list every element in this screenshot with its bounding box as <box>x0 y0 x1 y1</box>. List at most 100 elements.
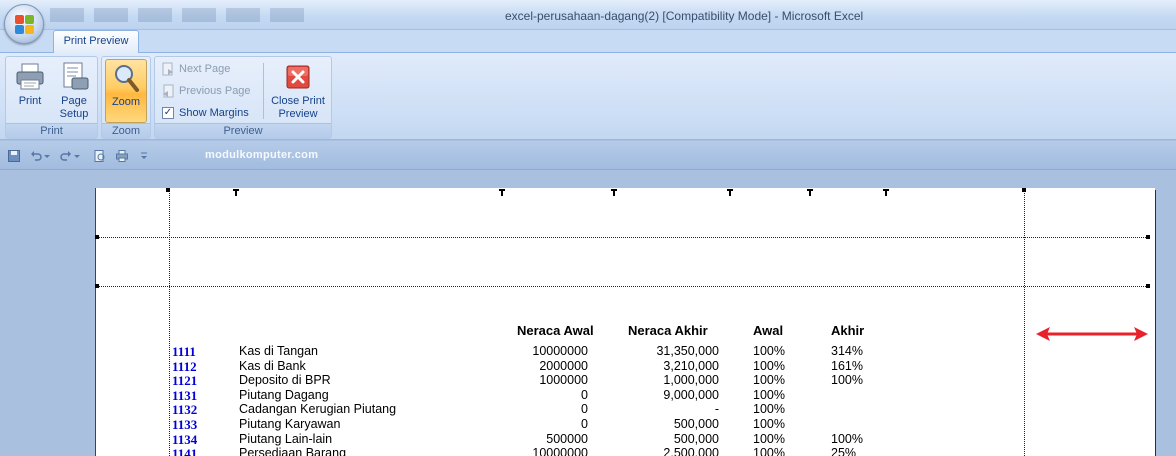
account-code: 1132 <box>172 402 198 418</box>
customize-icon[interactable] <box>140 150 148 162</box>
zoom-button[interactable]: Zoom <box>105 59 147 123</box>
show-margins-checkbox[interactable]: ✓ Show Margins <box>159 103 249 123</box>
column-width-handle[interactable] <box>611 189 617 196</box>
close-icon <box>282 62 314 92</box>
right-margin-line[interactable] <box>1024 189 1025 456</box>
page-setup-label-1: Page <box>61 95 87 107</box>
redo-icon[interactable] <box>60 150 72 162</box>
window-title: excel-perusahaan-dagang(2) [Compatibilit… <box>505 9 864 23</box>
column-width-handle[interactable] <box>727 189 733 196</box>
neraca-awal-value: 2000000 <box>539 358 588 373</box>
pct-akhir-value: 100% <box>831 373 863 388</box>
double-arrow-icon <box>1036 327 1148 341</box>
margin-handle[interactable] <box>1146 284 1150 288</box>
left-margin-line[interactable] <box>169 189 170 456</box>
account-code: 1134 <box>172 431 198 447</box>
printer-icon <box>14 62 46 92</box>
neraca-akhir-value: 500,000 <box>673 417 719 431</box>
show-margins-label: Show Margins <box>179 107 249 119</box>
header-akhir: Akhir <box>831 323 865 338</box>
page-setup-label-2: Setup <box>59 108 89 120</box>
pct-awal-value: 100% <box>753 431 785 446</box>
tab-print-preview[interactable]: Print Preview <box>53 30 139 53</box>
account-name: Piutang Lain-lain <box>239 431 333 446</box>
account-name: Persediaan Barang <box>239 446 347 456</box>
pct-awal-value: 100% <box>753 402 785 417</box>
close-print-preview-button[interactable]: Close Print Preview <box>267 59 329 123</box>
pct-awal-value: 100% <box>753 373 785 388</box>
print-group: Print Page Setup Print <box>5 56 98 139</box>
close-label-2: Preview <box>278 108 318 120</box>
neraca-awal-value: 0 <box>581 402 588 417</box>
neraca-awal-value: 500000 <box>546 431 588 446</box>
neraca-akhir-value: 1,000,000 <box>663 373 719 388</box>
print-button[interactable]: Print <box>10 59 50 123</box>
margin-handle[interactable] <box>95 235 99 239</box>
column-width-handle[interactable] <box>807 189 813 196</box>
previous-page-button[interactable]: Previous Page <box>159 81 251 101</box>
pct-akhir-value: 161% <box>831 358 863 373</box>
header-neraca-akhir: Neraca Akhir <box>628 323 708 338</box>
account-code: 1133 <box>172 417 198 432</box>
account-code: 1111 <box>172 344 196 359</box>
neraca-awal-value: 0 <box>581 387 588 402</box>
previous-page-label: Previous Page <box>179 85 251 97</box>
magnifier-icon <box>110 63 142 93</box>
page-setup-button[interactable]: Page Setup <box>53 59 95 123</box>
margin-handle[interactable] <box>95 284 99 288</box>
column-width-handle[interactable] <box>499 189 505 196</box>
save-icon[interactable] <box>8 150 20 162</box>
neraca-akhir-value: 3,210,000 <box>663 358 719 373</box>
quick-print-icon[interactable] <box>116 150 128 162</box>
redo-dropdown-icon[interactable] <box>74 150 80 162</box>
account-name: Cadangan Kerugian Piutang <box>239 402 397 417</box>
neraca-akhir-value: 2,500,000 <box>663 446 719 456</box>
account-name: Piutang Karyawan <box>239 417 341 431</box>
account-name: Piutang Dagang <box>239 387 329 402</box>
pct-awal-value: 100% <box>753 344 785 358</box>
print-label: Print <box>18 95 42 107</box>
next-page-button[interactable]: Next Page <box>159 59 230 79</box>
title-bar: excel-perusahaan-dagang(2) [Compatibilit… <box>0 0 1176 30</box>
ribbon-tab-row <box>0 30 1176 52</box>
print-preview-icon[interactable] <box>94 150 106 162</box>
undo-dropdown-icon[interactable] <box>44 150 50 162</box>
pct-awal-value: 100% <box>753 446 785 456</box>
preview-group-label: Preview <box>155 123 331 138</box>
zoom-group: Zoom Zoom <box>101 56 151 139</box>
preview-separator <box>263 63 264 119</box>
checkmark-icon: ✓ <box>162 107 174 119</box>
preview-group: Next Page Previous Page ✓ Show Margins C… <box>154 56 332 139</box>
previous-page-icon <box>161 84 175 98</box>
print-group-label: Print <box>6 123 97 138</box>
column-width-handle[interactable] <box>883 189 889 196</box>
quick-access-toolbar: modulkomputer.com <box>0 141 1176 170</box>
watermark-text: modulkomputer.com <box>205 149 319 161</box>
page-setup-icon <box>58 62 90 92</box>
header-margin-line[interactable] <box>96 237 1150 238</box>
ribbon: Print Page Setup Print Zoom Zoom Next Pa… <box>0 52 1176 140</box>
neraca-awal-value: 0 <box>581 417 588 431</box>
margin-handle[interactable] <box>166 188 170 192</box>
zoom-group-label: Zoom <box>102 123 150 138</box>
undo-icon[interactable] <box>30 150 42 162</box>
header-awal: Awal <box>753 323 784 338</box>
top-margin-line[interactable] <box>96 286 1150 287</box>
account-name: Kas di Tangan <box>239 344 318 358</box>
neraca-akhir-value: 9,000,000 <box>663 387 719 402</box>
neraca-awal-value: 10000000 <box>532 344 588 358</box>
pct-akhir-value: 25% <box>831 446 857 456</box>
header-neraca-awal: Neraca Awal <box>517 323 594 338</box>
next-page-label: Next Page <box>179 63 231 75</box>
pct-awal-value: 100% <box>753 358 785 373</box>
pct-awal-value: 100% <box>753 417 785 431</box>
neraca-awal-value: 1000000 <box>539 373 588 388</box>
margin-handle[interactable] <box>1022 188 1026 192</box>
office-button[interactable] <box>4 4 44 44</box>
next-page-icon <box>161 62 175 76</box>
column-width-handle[interactable] <box>233 189 239 196</box>
account-name: Deposito di BPR <box>239 373 331 388</box>
pct-akhir-value: 314% <box>831 344 863 358</box>
pct-akhir-value: 100% <box>831 431 863 446</box>
margin-handle[interactable] <box>1146 235 1150 239</box>
